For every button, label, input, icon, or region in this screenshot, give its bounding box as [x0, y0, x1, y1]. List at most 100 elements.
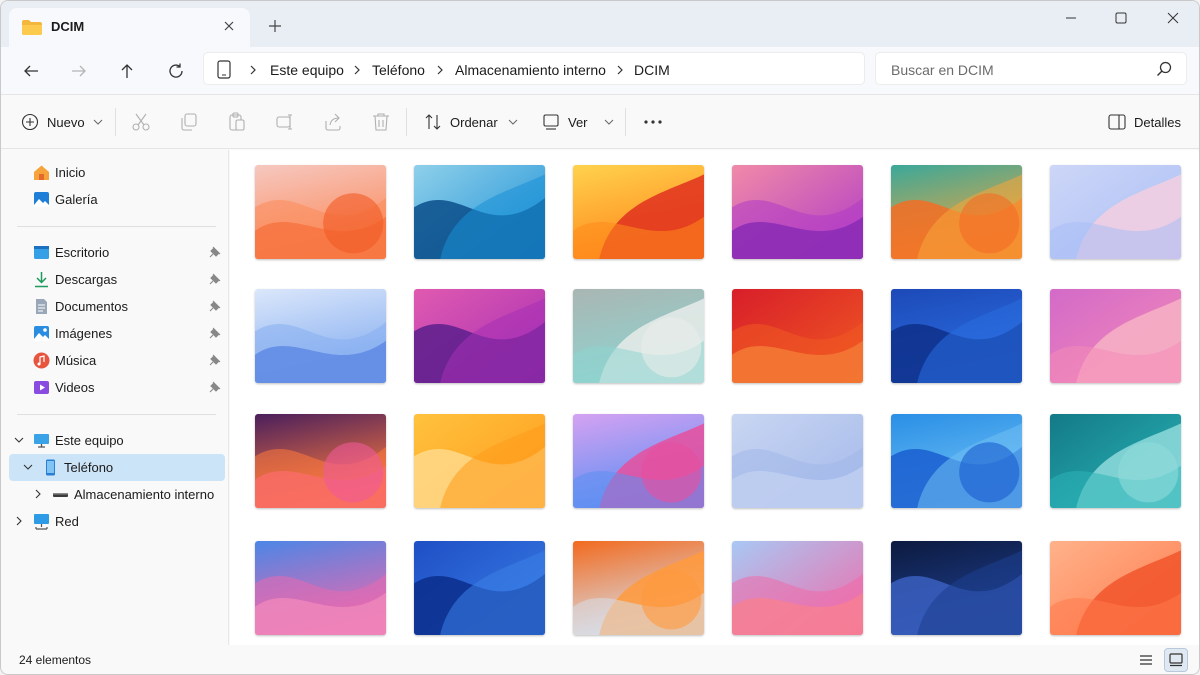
arrow-up-icon	[121, 64, 133, 78]
sidebar-item-label: Videos	[55, 380, 95, 395]
image-thumbnail[interactable]	[1050, 541, 1181, 635]
sidebar-item-este-equipo[interactable]: Este equipo	[9, 427, 225, 454]
cut-icon[interactable]	[131, 112, 151, 132]
image-thumbnail[interactable]	[732, 541, 863, 635]
up-button[interactable]	[111, 55, 143, 87]
sidebar-item-videos[interactable]: Videos	[9, 374, 225, 401]
image-thumbnail[interactable]	[732, 414, 863, 508]
minimize-button[interactable]	[1047, 1, 1095, 35]
sort-button[interactable]: Ordenar	[424, 108, 520, 136]
image-thumbnail[interactable]	[573, 541, 704, 635]
sidebar-item-label: Escritorio	[55, 245, 110, 260]
wallpaper-image	[573, 289, 704, 383]
image-thumbnail[interactable]	[891, 541, 1022, 635]
view-button[interactable]: Ver	[542, 108, 616, 136]
pin-icon[interactable]	[209, 354, 221, 366]
breadcrumb-dcim[interactable]: DCIM	[634, 62, 670, 78]
image-thumbnail[interactable]	[891, 289, 1022, 383]
wallpaper-image	[255, 414, 386, 508]
more-options-icon[interactable]	[643, 112, 663, 132]
breadcrumb-almacenamiento[interactable]: Almacenamiento interno	[455, 62, 606, 78]
chevron-right-icon	[354, 65, 360, 75]
image-thumbnail[interactable]	[573, 289, 704, 383]
forward-button[interactable]	[63, 55, 95, 87]
breadcrumb-telefono[interactable]: Teléfono	[372, 62, 425, 78]
image-thumbnail[interactable]	[573, 165, 704, 259]
sidebar-item-escritorio[interactable]: Escritorio	[9, 239, 225, 266]
share-icon[interactable]	[323, 112, 343, 132]
sidebar-item-descargas[interactable]: Descargas	[9, 266, 225, 293]
title-bar: DCIM	[1, 1, 1199, 47]
refresh-button[interactable]	[160, 55, 192, 87]
wallpaper-image	[732, 165, 863, 259]
image-thumbnail[interactable]	[255, 289, 386, 383]
sidebar-item-red[interactable]: Red	[9, 508, 225, 535]
details-pane-icon	[1108, 114, 1126, 130]
close-window-button[interactable]	[1149, 1, 1197, 35]
sidebar-item-almacenamiento-interno[interactable]: Almacenamiento interno	[9, 481, 225, 508]
image-thumbnail[interactable]	[255, 414, 386, 508]
downloads-icon	[35, 272, 48, 288]
pin-icon[interactable]	[209, 246, 221, 258]
tab-dcim[interactable]: DCIM	[9, 8, 250, 47]
sidebar-item-inicio[interactable]: Inicio	[9, 159, 225, 186]
address-bar[interactable]: Este equipo Teléfono Almacenamiento inte…	[203, 52, 865, 85]
wallpaper-image	[891, 165, 1022, 259]
file-grid	[230, 150, 1199, 645]
image-thumbnail[interactable]	[414, 289, 545, 383]
details-button[interactable]: Detalles	[1108, 108, 1181, 136]
details-view-button[interactable]	[1134, 648, 1158, 672]
new-label: Nuevo	[47, 114, 85, 130]
sidebar-item-telefono[interactable]: Teléfono	[9, 454, 225, 481]
pin-icon[interactable]	[209, 273, 221, 285]
image-thumbnail[interactable]	[414, 541, 545, 635]
image-thumbnail[interactable]	[732, 289, 863, 383]
navigation-pane: Inicio Galería Escritorio Descargas Docu…	[1, 150, 229, 645]
image-thumbnail[interactable]	[414, 165, 545, 259]
new-button[interactable]: Nuevo	[21, 108, 105, 136]
sidebar-item-imagenes[interactable]: Imágenes	[9, 320, 225, 347]
toolbar-divider	[406, 108, 407, 136]
paste-icon[interactable]	[227, 112, 247, 132]
chevron-down-icon[interactable]	[23, 462, 33, 472]
sidebar-item-label: Inicio	[55, 165, 86, 180]
tiles-view-icon	[1169, 653, 1183, 667]
image-thumbnail[interactable]	[255, 541, 386, 635]
image-thumbnail[interactable]	[414, 414, 545, 508]
pin-icon[interactable]	[209, 381, 221, 393]
image-thumbnail[interactable]	[255, 165, 386, 259]
back-button[interactable]	[15, 55, 47, 87]
image-thumbnail[interactable]	[891, 165, 1022, 259]
chevron-right-icon[interactable]	[14, 516, 24, 526]
breadcrumb-este-equipo[interactable]: Este equipo	[270, 62, 344, 78]
maximize-button[interactable]	[1097, 1, 1145, 35]
pin-icon[interactable]	[209, 300, 221, 312]
close-tab-icon[interactable]	[220, 17, 238, 35]
image-thumbnail[interactable]	[1050, 414, 1181, 508]
thumbnail-view-button[interactable]	[1164, 648, 1188, 672]
sidebar-item-label: Red	[55, 514, 79, 529]
chevron-right-icon[interactable]	[33, 489, 43, 499]
sidebar-item-label: Descargas	[55, 272, 118, 287]
delete-icon[interactable]	[371, 112, 391, 132]
pc-icon	[34, 434, 49, 448]
sidebar-item-label: Música	[55, 353, 97, 368]
image-thumbnail[interactable]	[732, 165, 863, 259]
wallpaper-image	[573, 165, 704, 259]
sidebar-item-documentos[interactable]: Documentos	[9, 293, 225, 320]
sidebar-item-galeria[interactable]: Galería	[9, 186, 225, 213]
image-thumbnail[interactable]	[1050, 165, 1181, 259]
image-thumbnail[interactable]	[573, 414, 704, 508]
new-tab-icon[interactable]	[263, 14, 287, 38]
search-input[interactable]: Buscar en DCIM	[875, 52, 1187, 85]
image-thumbnail[interactable]	[1050, 289, 1181, 383]
pin-icon[interactable]	[209, 327, 221, 339]
copy-icon[interactable]	[179, 112, 199, 132]
image-thumbnail[interactable]	[891, 414, 1022, 508]
refresh-icon	[169, 63, 183, 78]
sidebar-item-musica[interactable]: Música	[9, 347, 225, 374]
sidebar-item-label: Este equipo	[55, 433, 124, 448]
rename-icon[interactable]	[275, 112, 295, 132]
wallpaper-image	[255, 165, 386, 259]
chevron-down-icon[interactable]	[14, 435, 24, 445]
